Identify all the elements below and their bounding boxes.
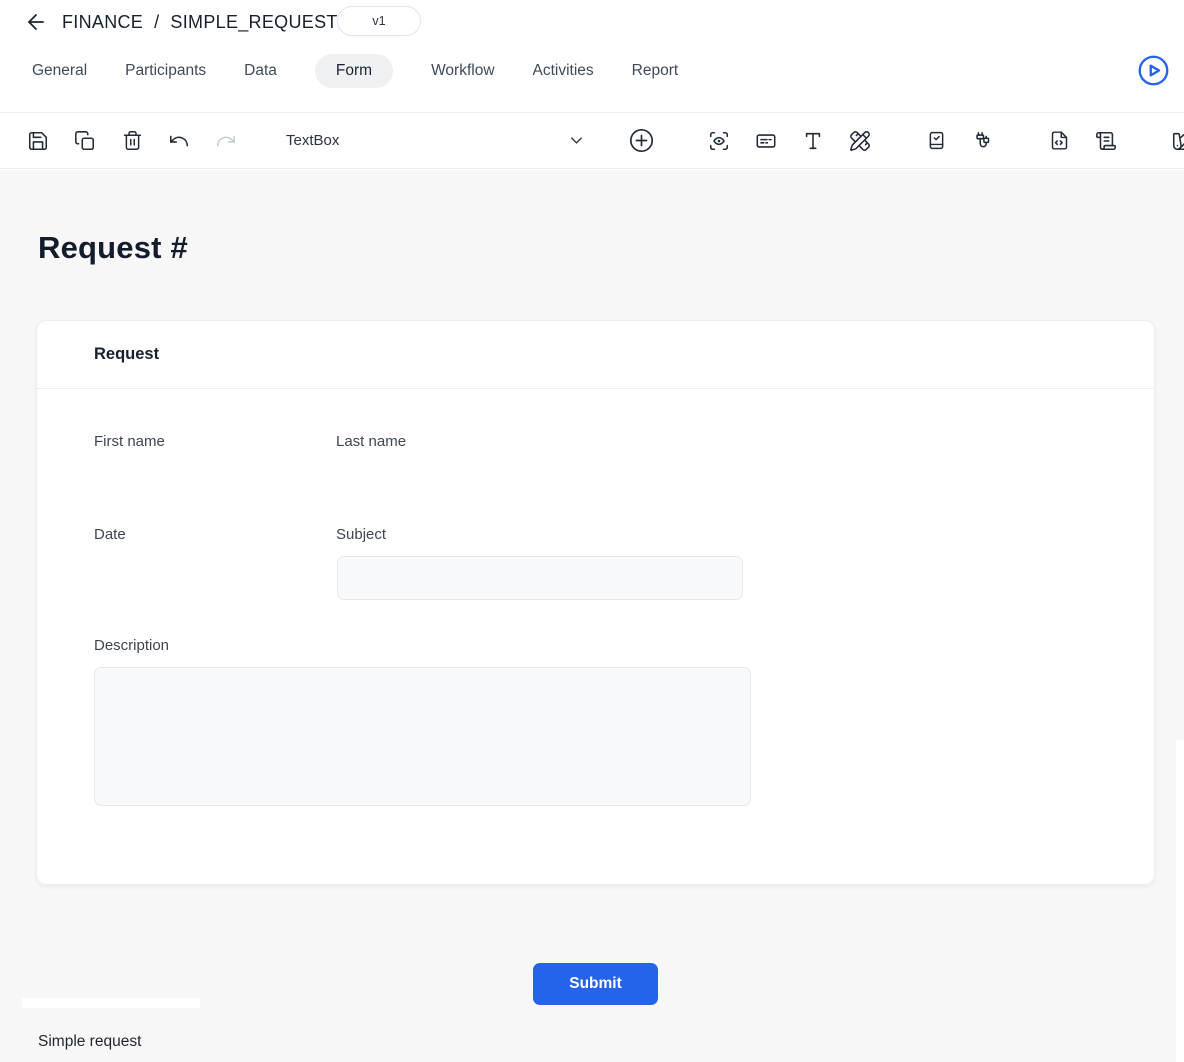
subject-input[interactable]	[337, 556, 743, 600]
redo-button[interactable]	[214, 129, 238, 153]
form-canvas: Request # Request First name Last name D…	[0, 170, 1184, 1062]
add-component-button[interactable]	[627, 127, 655, 155]
toolbar-logic-group	[898, 113, 1021, 168]
script-scroll-icon	[1095, 130, 1117, 152]
toolbar-component-group	[681, 113, 898, 168]
play-circle-icon	[1137, 54, 1170, 87]
last-name-label: Last name	[336, 433, 406, 450]
rules-book-icon	[926, 130, 947, 151]
theme-button[interactable]	[1170, 129, 1184, 153]
date-label: Date	[94, 526, 126, 543]
field-card-icon	[755, 130, 777, 152]
integration-plug-icon	[972, 130, 994, 152]
first-name-label: First name	[94, 433, 165, 450]
breadcrumb-item-simple-request: SIMPLE_REQUEST	[170, 12, 337, 33]
toolbar-insert-group: TextBox	[264, 113, 681, 168]
breadcrumb: FINANCE / SIMPLE_REQUEST	[22, 8, 338, 36]
main-tabs: General Participants Data Form Workflow …	[32, 54, 678, 88]
run-process-button[interactable]	[1137, 54, 1170, 87]
duplicate-button[interactable]	[73, 129, 97, 153]
subject-label: Subject	[336, 526, 386, 543]
integration-button[interactable]	[971, 129, 995, 153]
undo-icon	[168, 130, 190, 152]
horizontal-scrollbar-thumb[interactable]	[22, 998, 200, 1008]
form-title: Request #	[38, 230, 188, 266]
process-name-label: Simple request	[38, 1033, 141, 1051]
tab-report[interactable]: Report	[632, 54, 679, 88]
app-header: FINANCE / SIMPLE_REQUEST v1 General Part…	[0, 0, 1184, 112]
tab-general[interactable]: General	[32, 54, 87, 88]
save-button[interactable]	[26, 129, 50, 153]
breadcrumb-items: FINANCE / SIMPLE_REQUEST	[62, 12, 338, 33]
chevron-down-icon	[567, 131, 586, 150]
arrow-left-icon	[24, 10, 48, 34]
theme-palette-icon	[1171, 130, 1184, 152]
form-card: Request First name Last name Date Subjec…	[36, 320, 1155, 885]
tab-workflow[interactable]: Workflow	[431, 54, 494, 88]
design-tools-icon	[849, 130, 871, 152]
form-builder-app: FINANCE / SIMPLE_REQUEST v1 General Part…	[0, 0, 1184, 1062]
breadcrumb-separator: /	[154, 12, 159, 33]
rules-button[interactable]	[924, 129, 948, 153]
text-button[interactable]	[801, 129, 825, 153]
vertical-scrollbar-track[interactable]	[1176, 740, 1184, 1062]
tab-activities[interactable]: Activities	[533, 54, 594, 88]
undo-button[interactable]	[167, 129, 191, 153]
version-badge[interactable]: v1	[337, 6, 421, 36]
toolbar-edit-group	[0, 113, 264, 168]
component-type-select[interactable]: TextBox	[286, 131, 586, 150]
save-icon	[27, 130, 49, 152]
submit-button[interactable]: Submit	[533, 963, 658, 1005]
field-settings-button[interactable]	[754, 129, 778, 153]
toolbar-view-group	[1144, 113, 1184, 168]
delete-button[interactable]	[120, 129, 144, 153]
add-circle-icon	[628, 127, 655, 154]
description-textarea[interactable]	[94, 667, 751, 806]
code-file-icon	[1049, 130, 1070, 151]
design-tools-button[interactable]	[848, 129, 872, 153]
preview-button[interactable]	[707, 129, 731, 153]
tab-form[interactable]: Form	[315, 54, 393, 88]
form-toolbar: TextBox	[0, 112, 1184, 169]
delete-icon	[122, 130, 143, 151]
code-button[interactable]	[1047, 129, 1071, 153]
tab-data[interactable]: Data	[244, 54, 277, 88]
tab-participants[interactable]: Participants	[125, 54, 206, 88]
duplicate-icon	[74, 130, 96, 152]
breadcrumb-item-finance[interactable]: FINANCE	[62, 12, 143, 33]
card-title: Request	[37, 321, 1154, 389]
description-label: Description	[94, 637, 169, 654]
toolbar-code-group	[1021, 113, 1144, 168]
script-button[interactable]	[1094, 129, 1118, 153]
redo-icon	[215, 130, 237, 152]
text-icon	[802, 130, 824, 152]
component-type-value: TextBox	[286, 132, 339, 149]
back-button[interactable]	[22, 8, 50, 36]
preview-eye-icon	[708, 130, 730, 152]
